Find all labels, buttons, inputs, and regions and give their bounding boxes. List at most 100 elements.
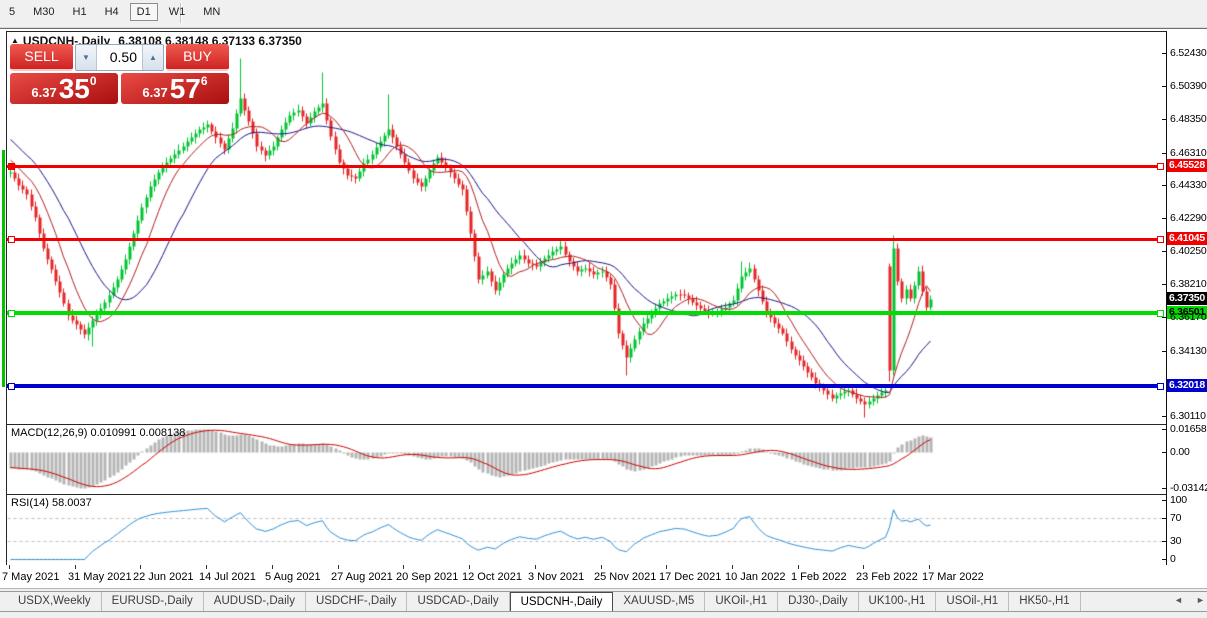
timeframe-button-h4[interactable]: H4 [98, 3, 126, 21]
time-axis[interactable]: 7 May 202131 May 202122 Jun 202114 Jul 2… [0, 565, 1207, 588]
time-tick-mark [140, 565, 141, 569]
rsi-tick-mark [1162, 541, 1166, 542]
time-axis-label: 17 Mar 2022 [922, 571, 984, 583]
tab-scroll-right-icon[interactable]: ► [1196, 595, 1205, 605]
line-handle-left-6.36501[interactable] [8, 310, 15, 317]
macd-name: MACD(12,26,9) [11, 427, 87, 439]
chart-tab-usdcad-daily[interactable]: USDCAD-,Daily [407, 592, 509, 611]
price-tick-label: 6.44330 [1170, 179, 1207, 191]
price-level-badge-6.32018: 6.32018 [1167, 379, 1207, 392]
rsi-tick-label: 30 [1170, 535, 1181, 547]
volume-increase-icon[interactable]: ▲ [142, 45, 163, 70]
rsi-label: RSI(14) 58.0037 [11, 497, 92, 509]
chart-tab-dj30-daily[interactable]: DJ30-,Daily [778, 592, 858, 611]
chart-tab-usdx-weekly[interactable]: USDX,Weekly [8, 592, 102, 611]
price-tick-mark [1162, 351, 1166, 352]
price-tick-label: 6.48350 [1170, 113, 1207, 125]
line-handle-right-6.45528[interactable] [1157, 163, 1164, 170]
chart-tab-audusd-daily[interactable]: AUDUSD-,Daily [204, 592, 306, 611]
price-tick-mark [1162, 53, 1166, 54]
line-handle-left-6.41045[interactable] [8, 236, 15, 243]
rsi-tick-mark [1162, 518, 1166, 519]
price-tick-label: 6.30110 [1170, 410, 1206, 422]
timeframe-button-w1[interactable]: W1 [162, 3, 193, 21]
time-axis-label: 12 Oct 2021 [462, 571, 522, 583]
time-tick-mark [798, 565, 799, 569]
timeframe-button-5[interactable]: 5 [2, 3, 22, 21]
horizontal-line-6.32018[interactable] [7, 384, 1164, 388]
macd-tick-label: -0.03142 [1170, 482, 1207, 494]
current-price-badge: 6.37350 [1167, 292, 1207, 305]
time-axis-label: 25 Nov 2021 [594, 571, 656, 583]
time-tick-mark [929, 565, 930, 569]
line-handle-right-6.41045[interactable] [1157, 236, 1164, 243]
time-axis-label: 17 Dec 2021 [659, 571, 721, 583]
time-tick-mark [9, 565, 10, 569]
price-level-badge-6.41045: 6.41045 [1167, 232, 1207, 245]
price-tick-label: 6.38210 [1170, 278, 1207, 290]
price-tick-mark [1162, 317, 1166, 318]
sell-button[interactable]: SELL [10, 44, 73, 71]
line-handle-right-6.36501[interactable] [1157, 310, 1164, 317]
price-tick-label: 6.42290 [1170, 212, 1207, 224]
rsi-panel[interactable]: RSI(14) 58.0037 [6, 494, 1167, 567]
price-tick-mark [1162, 416, 1166, 417]
price-tick-mark [1162, 153, 1166, 154]
time-tick-mark [338, 565, 339, 569]
price-tick-mark [1162, 284, 1166, 285]
timeframe-toolbar: 5M30 H1H4D1W1MN [0, 0, 1207, 28]
price-tick-mark [1162, 86, 1166, 87]
chart-tab-usdchf-daily[interactable]: USDCHF-,Daily [306, 592, 408, 611]
buy-button[interactable]: BUY [166, 44, 229, 71]
time-axis-label: 23 Feb 2022 [856, 571, 918, 583]
volume-value[interactable]: 0.50 [97, 45, 142, 70]
line-handle-right-6.32018[interactable] [1157, 383, 1164, 390]
rsi-tick-label: 70 [1170, 512, 1181, 524]
macd-tick-label: 0.016586 [1170, 423, 1207, 435]
time-axis-label: 10 Jan 2022 [725, 571, 786, 583]
chart-tab-usoil-h1[interactable]: USOil-,H1 [936, 592, 1009, 611]
volume-decrease-icon[interactable]: ▼ [76, 45, 97, 70]
rsi-tick-mark [1162, 559, 1166, 560]
price-tick-mark [1162, 119, 1166, 120]
timeframe-button-h1[interactable]: H1 [66, 3, 94, 21]
chart-tab-usdcnh-daily[interactable]: USDCNH-,Daily [510, 592, 614, 611]
time-axis-label: 20 Sep 2021 [396, 571, 458, 583]
horizontal-line-6.45528[interactable] [7, 165, 1164, 168]
macd-value-signal: 0.008138 [139, 427, 185, 439]
line-handle-left-6.45528[interactable] [8, 163, 15, 170]
price-tick-label: 6.52430 [1170, 47, 1207, 59]
price-tick-mark [1162, 185, 1166, 186]
chart-tab-eurusd-daily[interactable]: EURUSD-,Daily [102, 592, 204, 611]
time-tick-mark [732, 565, 733, 569]
rsi-tick-mark [1162, 500, 1166, 501]
chart-tab-hk50-h1[interactable]: HK50-,H1 [1009, 592, 1081, 611]
macd-panel[interactable]: MACD(12,26,9) 0.010991 0.008138 [6, 424, 1167, 495]
sell-price-quote[interactable]: 6.37 35 0 [10, 73, 118, 104]
sell-price-prefix: 6.37 [31, 85, 56, 100]
tab-scroll-left-icon[interactable]: ◄ [1174, 595, 1183, 605]
timeframe-button-d1[interactable]: D1 [130, 3, 158, 21]
macd-tick-mark [1162, 488, 1166, 489]
time-axis-label: 31 May 2021 [68, 571, 132, 583]
green-vertical-line-object[interactable] [2, 150, 5, 387]
horizontal-line-6.41045[interactable] [7, 238, 1164, 241]
time-axis-label: 5 Aug 2021 [265, 571, 321, 583]
timeframe-button-m30[interactable]: M30 [26, 3, 61, 21]
line-handle-left-6.32018[interactable] [8, 383, 15, 390]
chart-tab-ukoil-h1[interactable]: UKOil-,H1 [705, 592, 778, 611]
chart-tab-uk100-h1[interactable]: UK100-,H1 [859, 592, 937, 611]
price-tick-label: 6.36170 [1170, 311, 1207, 323]
buy-price-big: 57 [170, 75, 201, 103]
timeframe-button-mn[interactable]: MN [196, 3, 227, 21]
time-axis-label: 1 Feb 2022 [791, 571, 847, 583]
one-click-trading-widget: SELL ▼ 0.50 ▲ BUY 6.37 35 0 6.37 57 6 [10, 44, 229, 104]
time-tick-mark [469, 565, 470, 569]
rsi-canvas[interactable] [7, 495, 1164, 564]
sell-price-sup: 0 [90, 74, 97, 88]
chart-tab-xauusd-m5[interactable]: XAUUSD-,M5 [613, 592, 705, 611]
horizontal-line-6.36501[interactable] [7, 311, 1164, 315]
buy-price-quote[interactable]: 6.37 57 6 [121, 73, 229, 104]
price-tick-label: 6.46310 [1170, 147, 1207, 159]
rsi-tick-label: 0 [1170, 553, 1176, 565]
